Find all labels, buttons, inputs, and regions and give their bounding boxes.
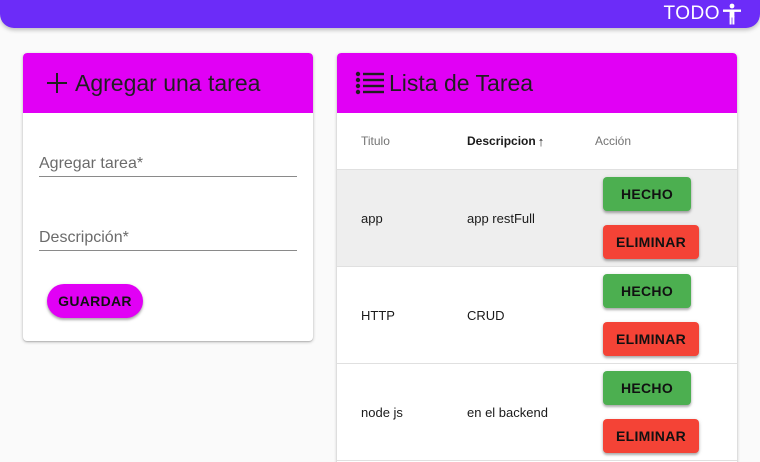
task-list-header: Lista de Tarea [337, 53, 737, 113]
save-button[interactable]: GUARDAR [47, 284, 143, 318]
column-header-title[interactable]: Titulo [361, 134, 390, 148]
table-row: HTTP CRUD HECHO ELIMINAR [337, 267, 737, 364]
delete-button[interactable]: ELIMINAR [603, 322, 699, 356]
description-field[interactable]: Descripción* [39, 223, 297, 251]
row-title: app [361, 211, 383, 226]
row-title: HTTP [361, 308, 395, 323]
task-title-input[interactable] [39, 149, 297, 176]
description-input[interactable] [39, 223, 297, 250]
list-icon [355, 71, 384, 95]
row-description: en el backend [467, 405, 548, 420]
task-list-title: Lista de Tarea [389, 70, 534, 96]
add-task-header: Agregar una tarea [23, 53, 313, 113]
app-title: TODO [663, 3, 720, 24]
table-row: node js en el backend HECHO ELIMINAR [337, 364, 737, 461]
accessibility-icon[interactable] [722, 3, 742, 25]
done-button[interactable]: HECHO [603, 177, 691, 211]
row-description: app restFull [467, 211, 535, 226]
column-header-description[interactable]: Descripcion ↑ [467, 134, 544, 149]
column-header-action: Acción [595, 134, 632, 148]
add-task-title: Agregar una tarea [75, 70, 261, 96]
task-list-card: Lista de Tarea Titulo Descripcion ↑ Acció… [337, 53, 737, 462]
app-bar: TODO [0, 0, 760, 28]
row-description: CRUD [467, 308, 505, 323]
table-header: Titulo Descripcion ↑ Acción [337, 113, 737, 170]
task-title-field[interactable]: Agregar tarea* [39, 149, 297, 177]
arrow-up-icon: ↑ [537, 134, 545, 149]
done-button[interactable]: HECHO [603, 371, 691, 405]
row-title: node js [361, 405, 403, 420]
done-button[interactable]: HECHO [603, 274, 691, 308]
table-row: app app restFull HECHO ELIMINAR [337, 170, 737, 267]
delete-button[interactable]: ELIMINAR [603, 225, 699, 259]
delete-button[interactable]: ELIMINAR [603, 419, 699, 453]
add-task-card: Agregar una tarea Agregar tarea* Descrip… [23, 53, 313, 341]
column-header-description-label: Descripcion [467, 134, 536, 148]
plus-icon [47, 73, 67, 93]
